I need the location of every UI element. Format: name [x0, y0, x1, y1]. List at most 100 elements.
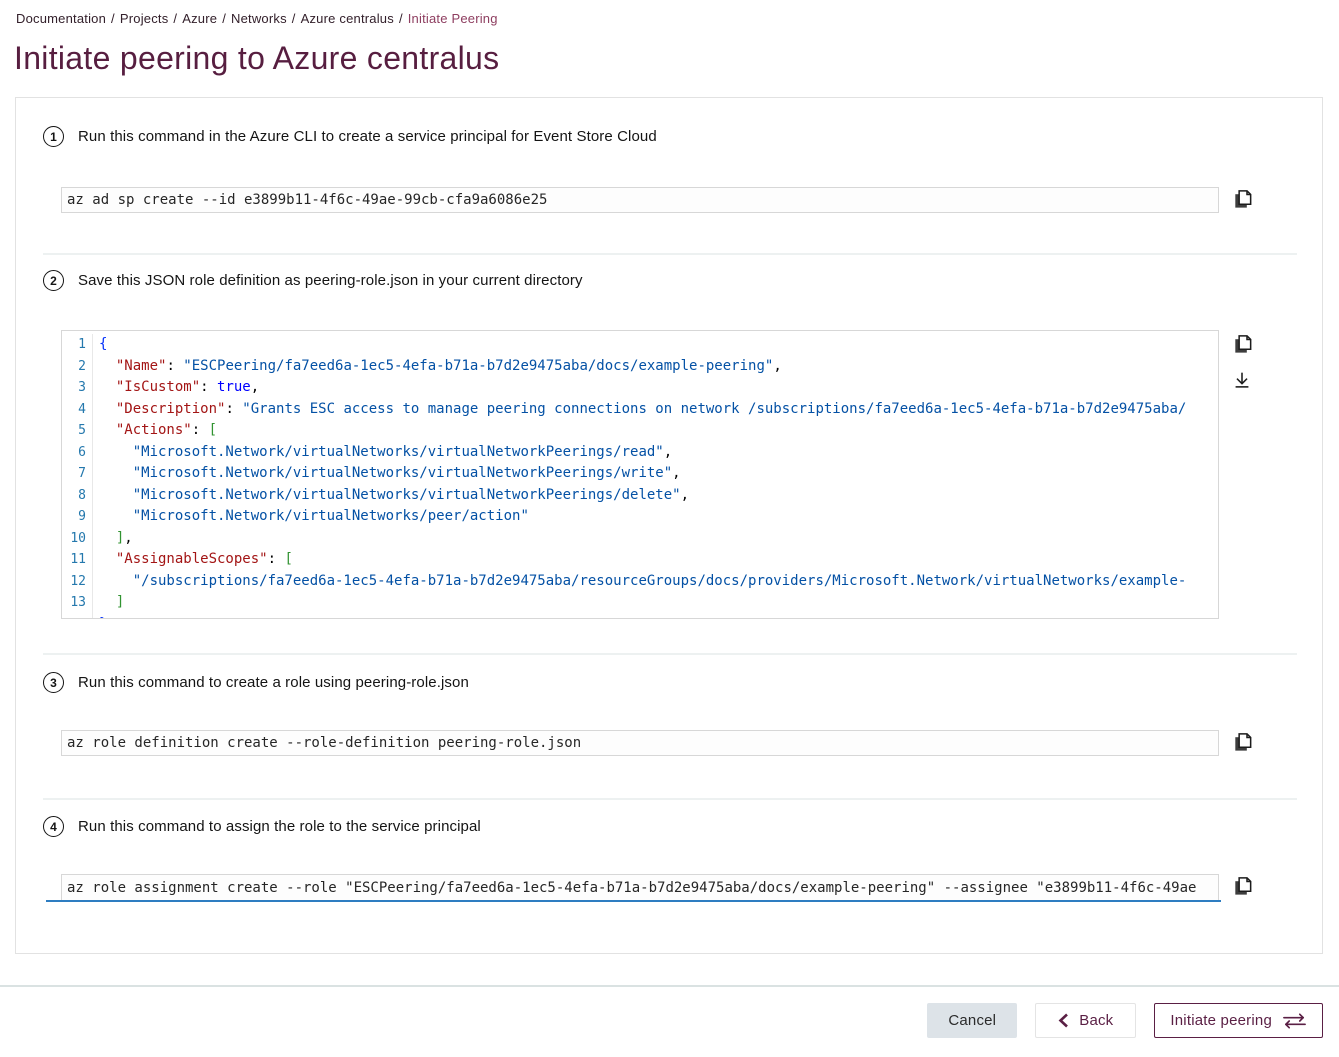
breadcrumb-separator: /: [292, 11, 296, 26]
step-4-header: 4 Run this command to assign the role to…: [43, 816, 481, 837]
step-2-label: Save this JSON role definition as peerin…: [78, 272, 583, 289]
section-separator: [43, 798, 1297, 800]
step-4-number-badge: 4: [43, 816, 64, 837]
step-2-number-badge: 2: [43, 270, 64, 291]
copy-icon: [1231, 332, 1254, 356]
breadcrumb-separator: /: [222, 11, 226, 26]
code-text: ],: [99, 528, 133, 550]
code-text: "Description": "Grants ESC access to man…: [99, 399, 1186, 421]
step-3-copy-button[interactable]: [1229, 729, 1255, 755]
code-line: 10 ],: [62, 528, 1218, 550]
step-3-command-input[interactable]: [61, 730, 1219, 756]
step-3-header: 3 Run this command to create a role usin…: [43, 672, 469, 693]
breadcrumb: Documentation / Projects / Azure / Networks / Az…: [16, 11, 498, 26]
download-icon: [1231, 368, 1253, 392]
code-line: 14}: [62, 614, 1218, 620]
step-1-label: Run this command in the Azure CLI to cre…: [78, 128, 657, 145]
line-number: 1: [62, 334, 92, 356]
gutter-divider: [92, 592, 93, 614]
line-number: 6: [62, 442, 92, 464]
line-number: 5: [62, 420, 92, 442]
code-text: "/subscriptions/fa7eed6a-1ec5-4efa-b71a-…: [99, 571, 1186, 593]
code-text: "Actions": [: [99, 420, 217, 442]
swap-arrows-icon: [1282, 1013, 1307, 1029]
gutter-divider: [92, 528, 93, 550]
footer-actions: Cancel Back Initiate peering: [0, 1003, 1323, 1038]
gutter-divider: [92, 356, 93, 378]
gutter-divider: [92, 463, 93, 485]
code-text: }: [99, 614, 107, 620]
code-text: {: [99, 334, 107, 356]
json-role-editor[interactable]: 1{2 "Name": "ESCPeering/fa7eed6a-1ec5-4e…: [61, 330, 1219, 619]
code-line: 4 "Description": "Grants ESC access to m…: [62, 399, 1218, 421]
line-number: 2: [62, 356, 92, 378]
code-text: "Microsoft.Network/virtualNetworks/virtu…: [99, 442, 672, 464]
gutter-divider: [92, 549, 93, 571]
code-text: "Microsoft.Network/virtualNetworks/peer/…: [99, 506, 529, 528]
initiate-peering-button[interactable]: Initiate peering: [1154, 1003, 1323, 1038]
step-4-label: Run this command to assign the role to t…: [78, 818, 481, 835]
section-separator: [43, 253, 1297, 255]
gutter-divider: [92, 506, 93, 528]
line-number: 9: [62, 506, 92, 528]
line-number: 13: [62, 592, 92, 614]
code-line: 3 "IsCustom": true,: [62, 377, 1218, 399]
breadcrumb-separator: /: [399, 11, 403, 26]
footer-divider: [0, 985, 1339, 987]
initiate-peering-button-label: Initiate peering: [1170, 1012, 1272, 1029]
cancel-button[interactable]: Cancel: [927, 1003, 1017, 1038]
line-number: 3: [62, 377, 92, 399]
back-button[interactable]: Back: [1035, 1003, 1136, 1038]
code-line: 7 "Microsoft.Network/virtualNetworks/vir…: [62, 463, 1218, 485]
code-line: 12 "/subscriptions/fa7eed6a-1ec5-4efa-b7…: [62, 571, 1218, 593]
code-line: 13 ]: [62, 592, 1218, 614]
back-button-label: Back: [1079, 1012, 1113, 1029]
editor-download-button[interactable]: [1229, 367, 1255, 393]
step-4-copy-button[interactable]: [1229, 873, 1255, 899]
line-number: 7: [62, 463, 92, 485]
code-text: ]: [99, 592, 124, 614]
code-line: 8 "Microsoft.Network/virtualNetworks/vir…: [62, 485, 1218, 507]
breadcrumb-link[interactable]: Networks: [231, 11, 287, 26]
step-1-header: 1 Run this command in the Azure CLI to c…: [43, 126, 657, 147]
copy-icon: [1231, 874, 1254, 898]
gutter-divider: [92, 334, 93, 356]
breadcrumb-separator: /: [173, 11, 177, 26]
code-line: 1{: [62, 334, 1218, 356]
code-line: 9 "Microsoft.Network/virtualNetworks/pee…: [62, 506, 1218, 528]
chevron-left-icon: [1058, 1013, 1069, 1028]
breadcrumb-link[interactable]: Azure centralus: [301, 11, 394, 26]
code-line: 5 "Actions": [: [62, 420, 1218, 442]
code-line: 11 "AssignableScopes": [: [62, 549, 1218, 571]
line-number: 12: [62, 571, 92, 593]
step-1-copy-button[interactable]: [1229, 186, 1255, 212]
step-3-number-badge: 3: [43, 672, 64, 693]
code-text: "AssignableScopes": [: [99, 549, 293, 571]
copy-icon: [1231, 730, 1254, 754]
code-text: "Microsoft.Network/virtualNetworks/virtu…: [99, 485, 689, 507]
section-separator: [43, 653, 1297, 655]
gutter-divider: [92, 485, 93, 507]
page-title: Initiate peering to Azure centralus: [14, 40, 499, 77]
gutter-divider: [92, 614, 93, 620]
breadcrumb-separator: /: [111, 11, 115, 26]
peering-steps-card: 1 Run this command in the Azure CLI to c…: [15, 97, 1323, 954]
code-text: "Microsoft.Network/virtualNetworks/virtu…: [99, 463, 681, 485]
line-number: 10: [62, 528, 92, 550]
breadcrumb-link[interactable]: Azure: [182, 11, 217, 26]
code-text: "IsCustom": true,: [99, 377, 259, 399]
step-4-command-input[interactable]: [61, 874, 1219, 900]
gutter-divider: [92, 442, 93, 464]
line-number: 8: [62, 485, 92, 507]
gutter-divider: [92, 420, 93, 442]
breadcrumb-link[interactable]: Documentation: [16, 11, 106, 26]
json-editor-lines: 1{2 "Name": "ESCPeering/fa7eed6a-1ec5-4e…: [62, 331, 1218, 619]
code-line: 6 "Microsoft.Network/virtualNetworks/vir…: [62, 442, 1218, 464]
code-line: 2 "Name": "ESCPeering/fa7eed6a-1ec5-4efa…: [62, 356, 1218, 378]
cancel-button-label: Cancel: [948, 1012, 996, 1029]
breadcrumb-link[interactable]: Projects: [120, 11, 169, 26]
input-focus-underline: [46, 900, 1221, 902]
step-1-command-input[interactable]: [61, 187, 1219, 213]
editor-copy-button[interactable]: [1229, 331, 1255, 357]
gutter-divider: [92, 399, 93, 421]
